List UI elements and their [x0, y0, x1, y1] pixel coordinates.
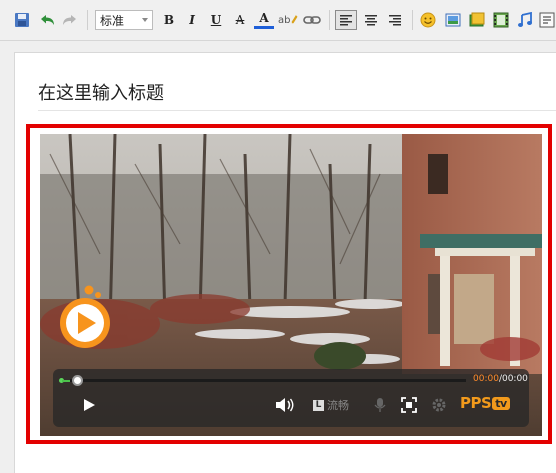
font-style-select[interactable]: 标准 [95, 10, 153, 30]
quality-button[interactable]: L 流畅 [313, 396, 349, 414]
play-button[interactable] [80, 396, 98, 414]
editor-toolbar: 标准 B I U A A ab [0, 0, 556, 41]
chevron-down-icon [142, 18, 148, 22]
brand-suffix: tv [492, 397, 510, 410]
fullscreen-icon[interactable] [400, 396, 418, 414]
font-color-button[interactable]: A [254, 10, 274, 29]
image-icon[interactable] [443, 10, 463, 30]
bold-button[interactable]: B [159, 10, 179, 30]
play-logo-icon[interactable] [58, 284, 112, 350]
progress-fill [62, 380, 70, 382]
align-center-icon[interactable] [361, 10, 381, 30]
music-icon[interactable] [515, 10, 535, 30]
brand-text: PPS [460, 394, 492, 412]
page-title[interactable]: 在这里输入标题 [38, 79, 164, 105]
redo-icon[interactable] [60, 10, 80, 30]
toolbar-separator [87, 10, 88, 30]
quality-label: 流畅 [327, 399, 349, 412]
video-icon[interactable] [491, 10, 511, 30]
pen-icon [292, 15, 298, 24]
mic-icon[interactable] [372, 396, 388, 414]
save-icon[interactable] [12, 10, 32, 30]
toolbar-separator [329, 10, 330, 30]
title-divider [38, 110, 556, 111]
quality-box: L [313, 399, 324, 411]
volume-icon [276, 398, 294, 412]
strikethrough-button[interactable]: A [230, 10, 250, 30]
progress-track[interactable] [70, 379, 466, 382]
time-current: 00:00 [473, 374, 499, 384]
italic-button[interactable]: I [182, 10, 202, 30]
settings-gear-icon[interactable] [430, 396, 448, 414]
volume-button[interactable] [274, 396, 296, 414]
link-icon[interactable] [302, 10, 322, 30]
seek-handle[interactable] [72, 375, 83, 386]
align-right-icon[interactable] [385, 10, 405, 30]
underline-button[interactable]: U [206, 10, 226, 30]
font-style-value: 标准 [100, 13, 125, 28]
more-icon[interactable] [539, 10, 556, 30]
highlight-label: ab [278, 14, 291, 26]
play-icon [84, 399, 95, 411]
highlight-button[interactable]: ab [278, 10, 298, 30]
time-total: /00:00 [498, 374, 528, 384]
emoticon-icon[interactable] [418, 10, 438, 30]
time-display: 00:00/00:00 [473, 374, 528, 384]
pps-tv-logo: PPS tv [460, 394, 510, 412]
align-left-icon[interactable] [335, 10, 357, 30]
toolbar-separator [412, 10, 413, 30]
undo-icon[interactable] [37, 10, 57, 30]
gallery-icon[interactable] [467, 10, 487, 30]
